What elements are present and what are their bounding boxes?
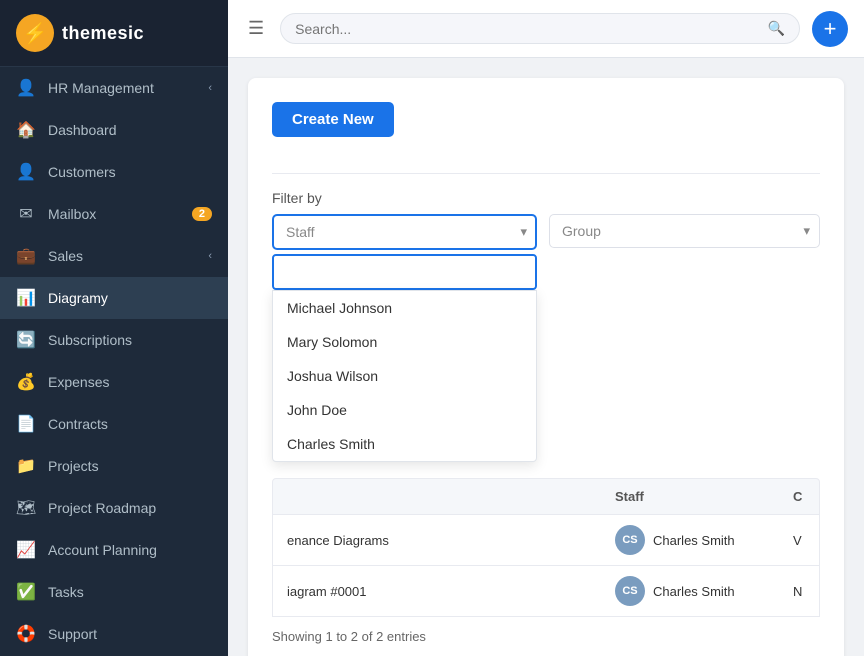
dashboard-icon: 🏠	[16, 120, 36, 140]
sidebar-label-tasks: Tasks	[48, 584, 212, 600]
dropdown-item-john[interactable]: John Doe	[273, 393, 536, 427]
dropdown-item-michael[interactable]: Michael Johnson	[273, 291, 536, 325]
sidebar-label-contracts: Contracts	[48, 416, 212, 432]
staff-name-2: Charles Smith	[653, 584, 735, 599]
table-row: iagram #0001 CS Charles Smith N	[272, 566, 820, 617]
sidebar-item-subscriptions[interactable]: 🔄 Subscriptions	[0, 319, 228, 361]
dropdown-search-input[interactable]	[272, 254, 537, 290]
filter-label: Filter by	[272, 190, 820, 206]
sidebar-item-dashboard[interactable]: 🏠 Dashboard	[0, 109, 228, 151]
logo-icon	[16, 14, 54, 52]
table-area: Staff C enance Diagrams CS Charles Smith…	[272, 478, 820, 617]
sidebar-label-mailbox: Mailbox	[48, 206, 186, 222]
dropdown-list: Michael Johnson Mary Solomon Joshua Wils…	[272, 290, 537, 462]
staff-name-1: Charles Smith	[653, 533, 735, 548]
sidebar-item-account-planning[interactable]: 📈 Account Planning	[0, 529, 228, 571]
expenses-icon: 💰	[16, 372, 36, 392]
staff-select-wrapper: Staff ▾	[272, 214, 537, 250]
sidebar-item-projects[interactable]: 📁 Projects	[0, 445, 228, 487]
sidebar-label-subscriptions: Subscriptions	[48, 332, 212, 348]
avatar-1: CS	[615, 525, 645, 555]
table-header: Staff C	[272, 478, 820, 515]
sales-icon: 💼	[16, 246, 36, 266]
mailbox-badge: 2	[192, 207, 212, 221]
sidebar-item-expenses[interactable]: 💰 Expenses	[0, 361, 228, 403]
arrow-icon-sales: ‹	[208, 250, 212, 262]
sidebar-label-expenses: Expenses	[48, 374, 212, 390]
sidebar-label-diagramy: Diagramy	[48, 290, 212, 306]
staff-filter-wrapper: Staff ▾ Michael Johnson Mary Solomon Jos…	[272, 214, 537, 462]
subscriptions-icon: 🔄	[16, 330, 36, 350]
projects-icon: 📁	[16, 456, 36, 476]
sidebar-item-customers[interactable]: 👤 Customers	[0, 151, 228, 193]
hr-icon: 👤	[16, 78, 36, 98]
dropdown-item-mary[interactable]: Mary Solomon	[273, 325, 536, 359]
support-icon: 🛟	[16, 624, 36, 644]
sidebar-label-sales: Sales	[48, 248, 208, 264]
sidebar-label-support: Support	[48, 626, 212, 642]
col-header-other: C	[779, 479, 819, 514]
dropdown-item-joshua[interactable]: Joshua Wilson	[273, 359, 536, 393]
sidebar-label-hr: HR Management	[48, 80, 208, 96]
dropdown-item-charles[interactable]: Charles Smith	[273, 427, 536, 461]
hamburger-icon[interactable]: ☰	[244, 14, 268, 43]
account-planning-icon: 📈	[16, 540, 36, 560]
customers-icon: 👤	[16, 162, 36, 182]
sidebar-item-tasks[interactable]: ✅ Tasks	[0, 571, 228, 613]
create-new-button[interactable]: Create New	[272, 102, 394, 137]
sidebar-item-hr-management[interactable]: 👤 HR Management ‹	[0, 67, 228, 109]
sidebar-item-mailbox[interactable]: ✉ Mailbox 2	[0, 193, 228, 235]
sidebar-item-sales[interactable]: 💼 Sales ‹	[0, 235, 228, 277]
avatar-initials-1: CS	[615, 525, 645, 555]
sidebar-label-account-planning: Account Planning	[48, 542, 212, 558]
staff-select[interactable]: Staff	[272, 214, 537, 250]
divider	[272, 173, 820, 174]
roadmap-icon: 🗺	[16, 498, 36, 518]
col-header-staff: Staff	[601, 479, 779, 514]
add-button[interactable]: +	[812, 11, 848, 47]
content-area: Create New Filter by Staff ▾	[228, 58, 864, 656]
cell-staff-2: CS Charles Smith	[601, 566, 779, 616]
col-header-title	[273, 479, 601, 514]
filter-section: Filter by Staff ▾	[272, 190, 820, 462]
cell-staff-1: CS Charles Smith	[601, 515, 779, 565]
sidebar-label-roadmap: Project Roadmap	[48, 500, 212, 516]
group-select-wrapper: Group ▾	[549, 214, 820, 248]
cell-title-1: enance Diagrams	[273, 523, 601, 558]
mailbox-icon: ✉	[16, 204, 36, 224]
sidebar-label-customers: Customers	[48, 164, 212, 180]
avatar-initials-2: CS	[615, 576, 645, 606]
cell-title-2: iagram #0001	[273, 574, 601, 609]
search-bar: 🔍	[280, 13, 800, 44]
main-card: Create New Filter by Staff ▾	[248, 78, 844, 656]
cell-other-1: V	[779, 523, 819, 558]
sidebar-item-diagramy[interactable]: 📊 Diagramy	[0, 277, 228, 319]
sidebar: themesic 👤 HR Management ‹ 🏠 Dashboard 👤…	[0, 0, 228, 656]
arrow-icon-hr: ‹	[208, 82, 212, 94]
showing-entries-text: Showing 1 to 2 of 2 entries	[272, 629, 820, 644]
avatar-2: CS	[615, 576, 645, 606]
filter-row: Staff ▾ Michael Johnson Mary Solomon Jos…	[272, 214, 820, 462]
main-area: ☰ 🔍 + Create New Filter by Staff	[228, 0, 864, 656]
search-icon: 🔍	[768, 20, 785, 37]
logo-text: themesic	[62, 23, 144, 44]
contracts-icon: 📄	[16, 414, 36, 434]
cell-other-2: N	[779, 574, 819, 609]
topbar: ☰ 🔍 +	[228, 0, 864, 58]
sidebar-item-contracts[interactable]: 📄 Contracts	[0, 403, 228, 445]
tasks-icon: ✅	[16, 582, 36, 602]
group-select[interactable]: Group	[549, 214, 820, 248]
sidebar-label-projects: Projects	[48, 458, 212, 474]
logo: themesic	[0, 0, 228, 67]
sidebar-label-dashboard: Dashboard	[48, 122, 212, 138]
search-input[interactable]	[295, 21, 759, 37]
sidebar-item-project-roadmap[interactable]: 🗺 Project Roadmap	[0, 487, 228, 529]
diagramy-icon: 📊	[16, 288, 36, 308]
table-row: enance Diagrams CS Charles Smith V	[272, 515, 820, 566]
sidebar-item-support[interactable]: 🛟 Support	[0, 613, 228, 655]
